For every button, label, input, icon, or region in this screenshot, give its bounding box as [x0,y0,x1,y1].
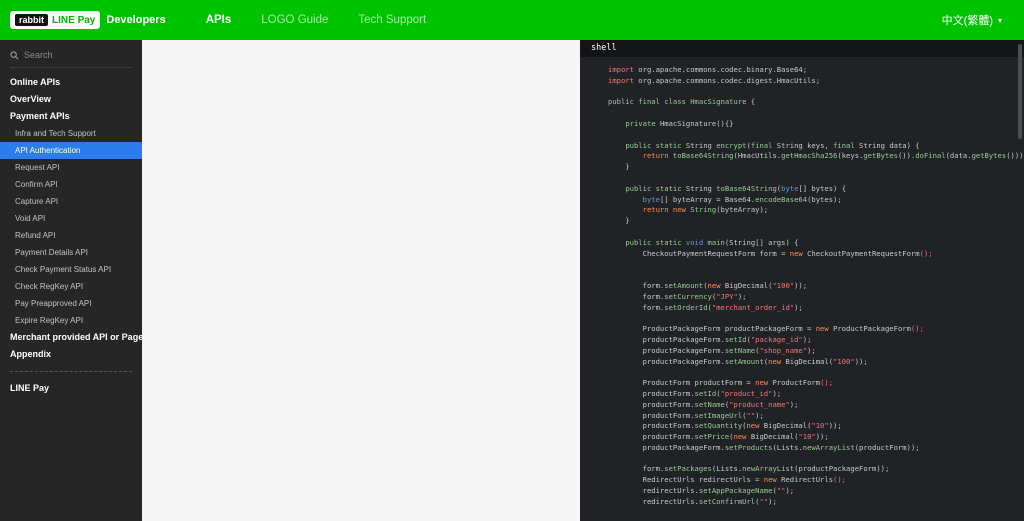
code-line: productForm.setId("product_id"); [608,388,782,398]
linepay-logo-text: LINE Pay [52,14,96,26]
sidebar-item-overview[interactable]: OverView [0,91,142,108]
content-area [142,40,580,521]
code-line: form.setOrderId("merchant_order_id"); [608,302,803,312]
code-line: productForm.setName("product_name"); [608,399,799,409]
code-line: form.setAmount(new BigDecimal("100")); [608,280,808,290]
sidebar-item-merchant-provided-api-or-page[interactable]: Merchant provided API or Page [0,329,142,346]
code-line: import org.apache.commons.codec.digest.H… [608,75,821,85]
sidebar-item-appendix[interactable]: Appendix [0,346,142,363]
logo-box: rabbit LINE Pay [10,11,101,29]
code-line: CheckoutPaymentRequestForm form = new Ch… [608,248,933,258]
language-label: 中文(繁體) [941,15,993,27]
rabbit-line-pay-logo[interactable]: rabbit LINE Pay Developers [10,11,166,29]
code-line: public static void main(String[] args) { [625,237,799,247]
code-line: productPackageForm.setId("package_id"); [608,334,812,344]
search-input[interactable] [24,50,132,60]
code-line: productForm.setImageUrl(""); [608,410,764,420]
code-line: ProductForm productForm = new ProductFor… [608,378,834,388]
code-line: } [608,216,630,226]
code-line: public static String toBase64String(byte… [625,183,847,193]
sidebar-item-refund-api[interactable]: Refund API [0,227,142,244]
nav-item-tech-support[interactable]: Tech Support [358,14,426,26]
sidebar-item-payment-apis[interactable]: Payment APIs [0,108,142,125]
nav-item-logo-guide[interactable]: LOGO Guide [261,14,328,26]
code-block: import org.apache.commons.codec.binary.B… [580,57,1024,508]
sidebar-item-pay-preapproved-api[interactable]: Pay Preapproved API [0,295,142,312]
sidebar-item-api-authentication[interactable]: API Authentication [0,142,142,159]
code-language-tab[interactable]: shell [580,40,1024,57]
code-line: productForm.setPrice(new BigDecimal("10"… [608,432,829,442]
code-line: productPackageForm.setName("shop_name"); [608,345,816,355]
code-line: redirectUrls.setAppPackageName(""); [608,486,795,496]
nav-item-apis[interactable]: APIs [206,14,232,26]
search-icon [10,50,19,59]
code-line: productPackageForm.setProducts(Lists.new… [608,442,920,452]
sidebar-item-capture-api[interactable]: Capture API [0,193,142,210]
language-selector[interactable]: 中文(繁體) ▾ [942,12,1002,28]
code-line: redirectUrls.setConfirmUrl(""); [608,496,777,506]
sidebar-item-check-payment-status-api[interactable]: Check Payment Status API [0,261,142,278]
sidebar-item-line-pay[interactable]: LINE Pay [0,380,142,397]
sidebar-item-expire-regkey-api[interactable]: Expire RegKey API [0,312,142,329]
code-line: } [608,162,630,172]
code-line: ProductPackageForm productPackageForm = … [608,324,924,334]
sidebar-item-payment-details-api[interactable]: Payment Details API [0,244,142,261]
code-line: byte[] byteArray = Base64.encodeBase64(b… [642,194,842,204]
code-line: RedirectUrls redirectUrls = new Redirect… [608,475,847,485]
search-box [10,50,132,68]
sidebar-nav: Online APIs OverView Payment APIs Infra and… [0,74,142,397]
top-nav: APIs LOGO Guide Tech Support [206,14,426,26]
code-line: private HmacSignature(){} [625,118,734,128]
code-line: return new String(byteArray); [642,205,769,215]
code-line: form.setPackages(Lists.newArrayList(prod… [608,464,890,474]
top-header: rabbit LINE Pay Developers APIs LOGO Guid… [0,0,1024,40]
code-line: public final class HmacSignature { [608,97,756,107]
code-line: productPackageForm.setAmount(new BigDeci… [608,356,868,366]
developers-label: Developers [106,14,166,26]
sidebar-item-infra-and-tech-support[interactable]: Infra and Tech Support [0,125,142,142]
sidebar-item-confirm-api[interactable]: Confirm API [0,176,142,193]
scrollbar[interactable] [1018,44,1022,517]
code-line: productForm.setQuantity(new BigDecimal("… [608,421,842,431]
code-line: form.setCurrency("JPY"); [608,291,747,301]
sidebar: Online APIsOverViewPayment APIsInfra and… [0,40,142,521]
sidebar-item-check-regkey-api[interactable]: Check RegKey API [0,278,142,295]
code-line: import org.apache.commons.codec.binary.B… [608,65,808,74]
sidebar-item-online-apis[interactable]: Online APIs [0,74,142,91]
code-line: public static String encrypt(final Strin… [625,140,920,150]
code-panel: shell import org.apache.commons.codec.bi… [580,40,1024,521]
scrollbar-thumb[interactable] [1018,44,1022,139]
rabbit-logo-text: rabbit [15,14,49,26]
code-line: return toBase64String(HmacUtils.getHmacS… [642,151,1024,161]
sidebar-item-request-api[interactable]: Request API [0,159,142,176]
chevron-down-icon: ▾ [997,15,1002,25]
sidebar-divider [10,371,132,372]
sidebar-item-void-api[interactable]: Void API [0,210,142,227]
